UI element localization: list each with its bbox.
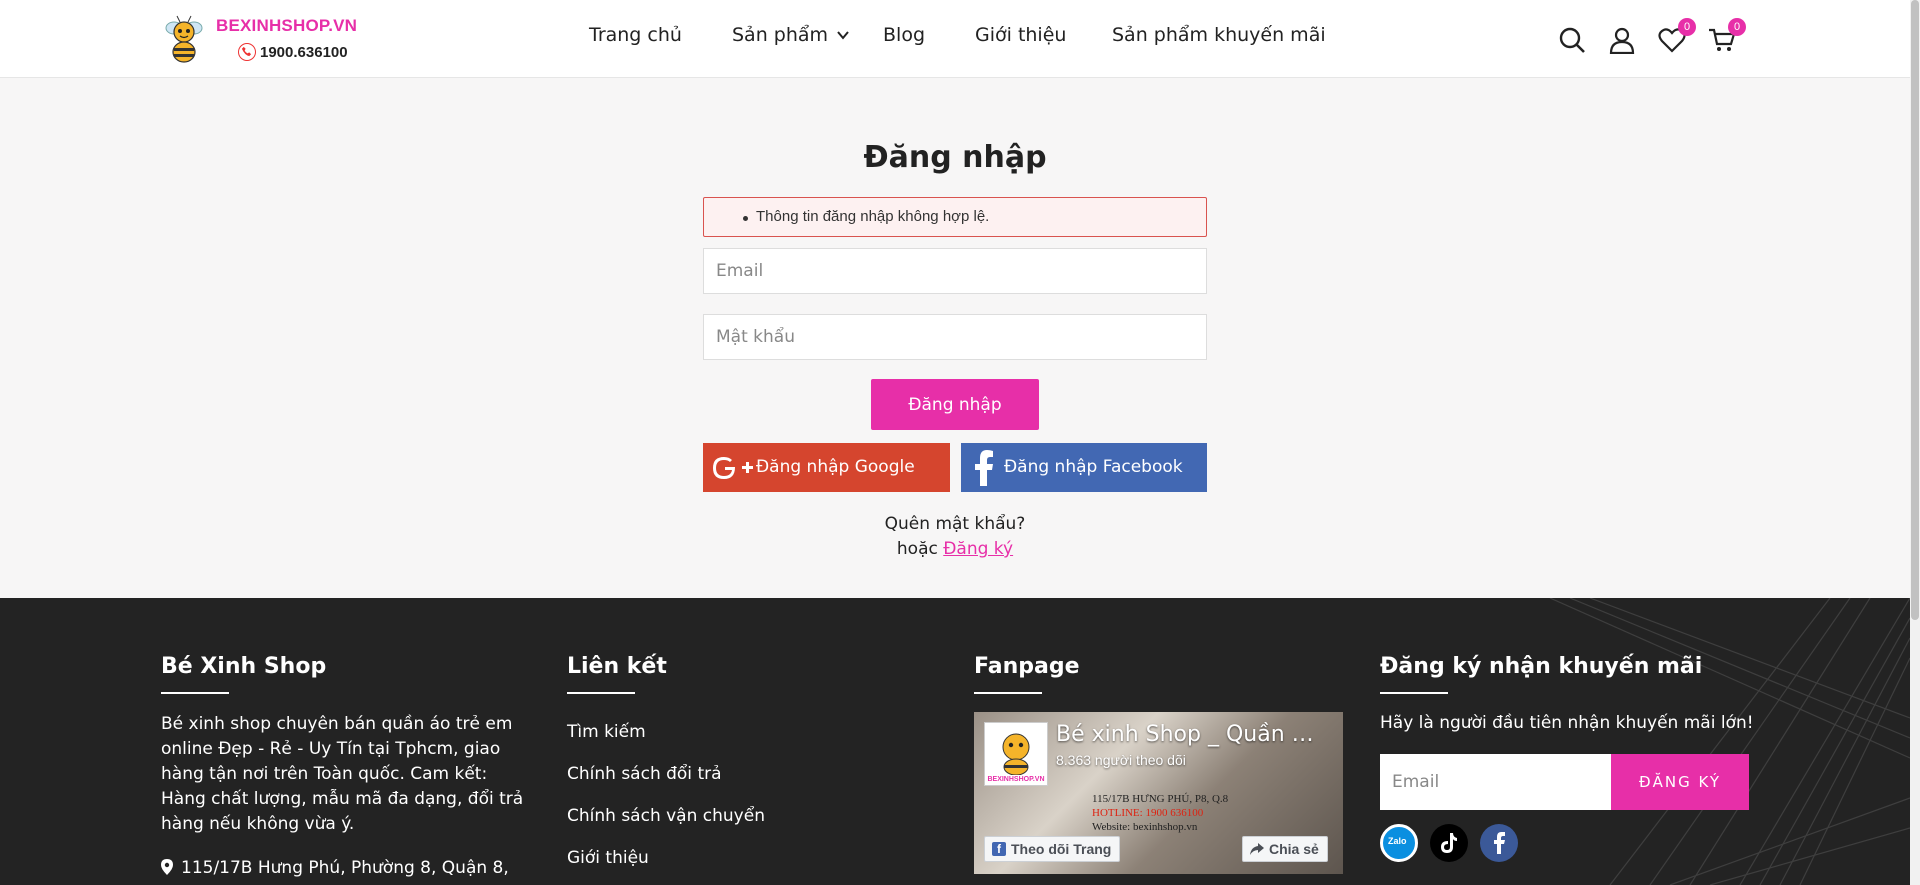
site-header: BEXINHSHOP.VN 1900.636100 Trang chủ Sản … xyxy=(0,0,1910,78)
site-logo[interactable]: BEXINHSHOP.VN 1900.636100 xyxy=(160,12,360,68)
bee-mascot-icon xyxy=(165,15,203,63)
nav-products[interactable]: Sản phẩm xyxy=(732,24,850,46)
fanpage-avatar: BEXINHSHOP.VN xyxy=(984,722,1048,786)
subscribe-heading: Đăng ký nhận khuyến mãi xyxy=(1380,654,1703,679)
error-message: Thông tin đăng nhập không hợp lệ. xyxy=(756,208,990,225)
fanpage-share-button[interactable]: Chia sẻ xyxy=(1242,836,1328,862)
brand-name: BEXINHSHOP.VN xyxy=(216,16,358,35)
google-plus-icon xyxy=(713,457,753,479)
fanpage-heading: Fanpage xyxy=(974,654,1080,679)
fanpage-info-line: 115/17B HƯNG PHÚ, P8, Q.8 xyxy=(1092,793,1229,805)
wishlist-icon[interactable]: 0 xyxy=(1658,18,1696,54)
wishlist-count-badge: 0 xyxy=(1678,18,1696,36)
footer-link-returns[interactable]: Chính sách đổi trả xyxy=(567,764,722,784)
fanpage-info-line: HOTLINE: 1900 636100 xyxy=(1092,807,1204,819)
register-prompt: hoặc Đăng ký xyxy=(0,539,1910,559)
hotline-number: 1900.636100 xyxy=(260,44,348,61)
fanpage-followers: 8.363 người theo dõi xyxy=(1056,752,1186,768)
heading-underline xyxy=(1380,692,1448,694)
subscribe-email-input[interactable] xyxy=(1380,754,1611,810)
address: 115/17B Hưng Phú, Phường 8, Quận 8, xyxy=(161,858,509,878)
nav-promotions[interactable]: Sản phẩm khuyến mãi xyxy=(1112,24,1326,46)
forgot-password-link[interactable]: Quên mật khẩu? xyxy=(0,514,1910,534)
error-alert: Thông tin đăng nhập không hợp lệ. xyxy=(703,197,1207,237)
map-marker-icon xyxy=(161,859,173,875)
cart-button[interactable]: 0 xyxy=(1708,18,1746,54)
heading-underline xyxy=(974,692,1042,694)
about-heading: Bé Xinh Shop xyxy=(161,654,327,679)
phone-icon xyxy=(238,43,256,61)
page-title: Đăng nhập xyxy=(863,140,1047,175)
heading-underline xyxy=(161,692,229,694)
google-login-label: Đăng nhập Google xyxy=(756,457,915,477)
user-icon[interactable] xyxy=(1608,26,1636,55)
facebook-login-button[interactable]: Đăng nhập Facebook xyxy=(961,443,1207,492)
cart-count-badge: 0 xyxy=(1728,18,1746,36)
links-heading: Liên kết xyxy=(567,654,667,679)
fanpage-info-line: Website: bexinhshop.vn xyxy=(1092,821,1198,833)
bullet-icon xyxy=(743,216,748,221)
address-text: 115/17B Hưng Phú, Phường 8, Quận 8, xyxy=(181,858,509,878)
fanpage-name[interactable]: Bé xinh Shop _ Quần … xyxy=(1056,722,1314,747)
google-login-button[interactable]: Đăng nhập Google xyxy=(703,443,950,492)
nav-products-label: Sản phẩm xyxy=(732,24,829,46)
zalo-icon[interactable]: Zalo xyxy=(1380,824,1418,862)
share-icon xyxy=(1250,843,1264,855)
search-icon[interactable] xyxy=(1558,26,1586,54)
nav-blog[interactable]: Blog xyxy=(883,24,925,46)
fanpage-share-label: Chia sẻ xyxy=(1269,841,1319,857)
facebook-page-widget[interactable]: BEXINHSHOP.VN Bé xinh Shop _ Quần … 8.36… xyxy=(974,712,1343,874)
password-field[interactable] xyxy=(703,314,1207,360)
facebook-icon[interactable] xyxy=(1480,824,1518,862)
subscribe-button[interactable]: ĐĂNG KÝ xyxy=(1611,754,1749,810)
footer-link-search[interactable]: Tìm kiếm xyxy=(567,722,646,742)
facebook-login-label: Đăng nhập Facebook xyxy=(1004,457,1183,477)
footer-link-about[interactable]: Giới thiệu xyxy=(567,848,649,868)
subscribe-text: Hãy là người đầu tiên nhận khuyến mãi lớ… xyxy=(1380,713,1754,733)
heading-underline xyxy=(567,692,635,694)
about-text: Bé xinh shop chuyên bán quần áo trẻ em o… xyxy=(161,714,524,834)
nav-about[interactable]: Giới thiệu xyxy=(975,24,1066,46)
chevron-down-icon xyxy=(837,31,849,40)
login-button[interactable]: Đăng nhập xyxy=(871,379,1039,430)
email-field[interactable] xyxy=(703,248,1207,294)
scrollbar-thumb[interactable] xyxy=(1911,0,1919,620)
fanpage-follow-label: Theo dõi Trang xyxy=(1011,841,1112,857)
or-text: hoặc xyxy=(896,539,938,559)
decorative-lines xyxy=(1549,598,1910,885)
facebook-icon xyxy=(975,450,993,486)
facebook-icon: f xyxy=(992,842,1006,856)
nav-home[interactable]: Trang chủ xyxy=(589,24,682,46)
tiktok-icon[interactable] xyxy=(1430,824,1468,862)
fanpage-follow-button[interactable]: f Theo dõi Trang xyxy=(984,836,1121,862)
svg-text:BEXINHSHOP.VN: BEXINHSHOP.VN xyxy=(987,776,1044,783)
fanpage-cover-info: 115/17B HƯNG PHÚ, P8, Q.8 HOTLINE: 1900 … xyxy=(1092,792,1228,834)
register-link[interactable]: Đăng ký xyxy=(943,539,1013,559)
site-footer: Bé Xinh Shop Bé xinh shop chuyên bán quầ… xyxy=(0,598,1910,885)
page-scrollbar[interactable] xyxy=(1910,0,1920,885)
footer-link-shipping[interactable]: Chính sách vận chuyển xyxy=(567,806,765,826)
